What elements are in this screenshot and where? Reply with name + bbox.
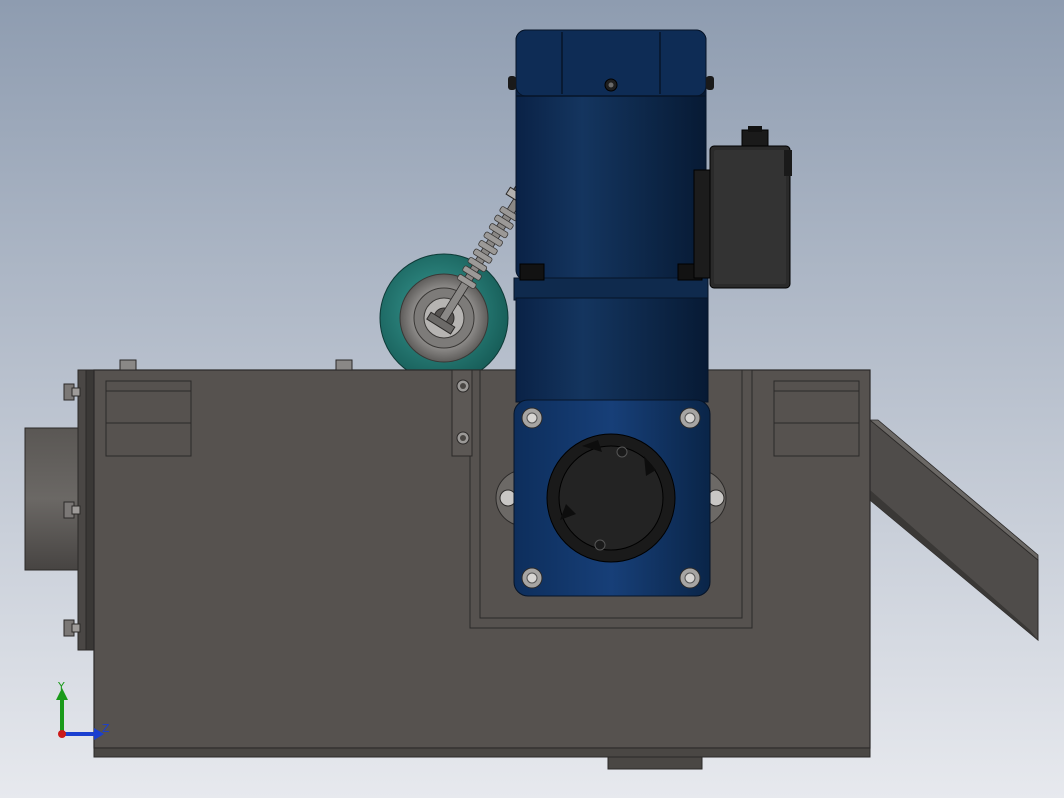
access-panel-left[interactable] (105, 380, 192, 457)
cad-model-canvas[interactable]: Y Z (0, 0, 1064, 798)
triad-z-label: Z (102, 722, 110, 735)
triad-y-label: Y (57, 680, 65, 693)
output-shaft-cap[interactable] (546, 433, 676, 563)
access-panel-right[interactable] (773, 380, 860, 457)
cad-viewport[interactable]: Y Z (0, 0, 1064, 798)
